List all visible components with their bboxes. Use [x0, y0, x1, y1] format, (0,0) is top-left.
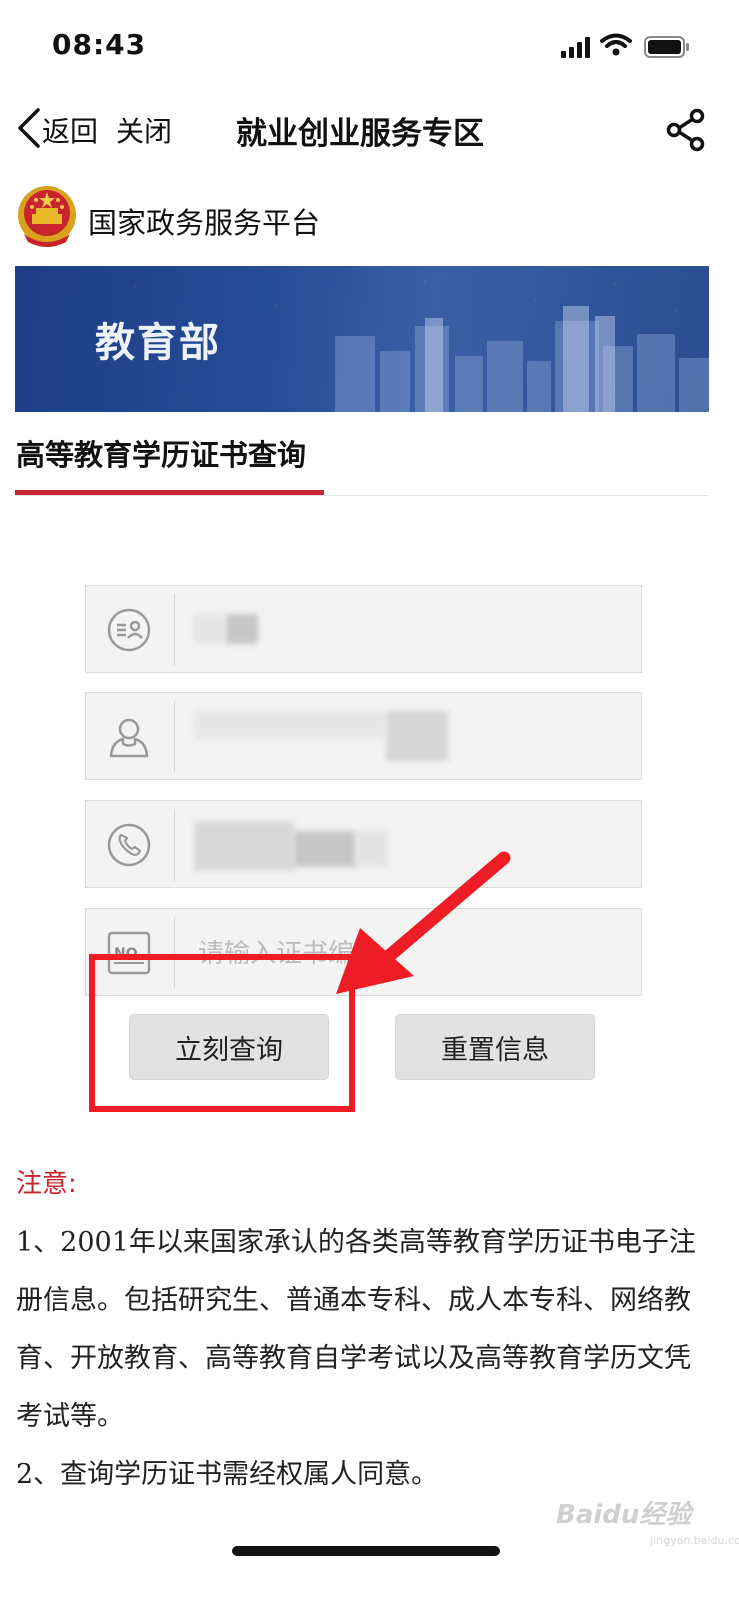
id-card-icon [107, 608, 151, 652]
banner-title: 教育部 [95, 320, 221, 366]
tab-divider [15, 495, 709, 496]
field-separator [174, 594, 175, 666]
national-emblem-logo [18, 186, 76, 247]
wifi-icon [600, 33, 632, 56]
chevron-left-icon[interactable] [14, 106, 44, 150]
notice-item: 1、2001年以来国家承认的各类高等教育学历证书电子注册信息。包括研究生、普通本… [16, 1227, 696, 1432]
baidu-jingyan-watermark: Baidu经验 [556, 1500, 692, 1530]
annotation-highlight-box [89, 954, 355, 1112]
field-separator [174, 701, 175, 773]
redacted-value [194, 821, 294, 871]
notice-list: 1、2001年以来国家承认的各类高等教育学历证书电子注册信息。包括研究生、普通本… [16, 1214, 716, 1504]
page-title: 就业创业服务专区 [236, 116, 484, 152]
back-button[interactable]: 返回 [42, 110, 98, 150]
status-time: 08:43 [52, 28, 147, 61]
redacted-value [226, 614, 258, 644]
name-field[interactable] [85, 692, 642, 780]
reset-button[interactable]: 重置信息 [395, 1014, 595, 1080]
redacted-value [194, 614, 224, 644]
annotation-arrow-icon [336, 851, 511, 994]
id-number-field[interactable] [85, 585, 642, 673]
ministry-banner: 教育部 [15, 266, 709, 412]
share-icon[interactable] [664, 108, 708, 152]
platform-name: 国家政务服务平台 [88, 206, 321, 240]
redacted-value [386, 711, 448, 761]
phone-icon [107, 823, 151, 867]
field-separator [174, 809, 175, 881]
tab-certificate-query[interactable]: 高等教育学历证书查询 [16, 432, 306, 474]
home-indicator [232, 1546, 500, 1556]
user-icon [109, 718, 149, 758]
watermark-url: jingyan.baidu.com [650, 1534, 739, 1547]
cellular-signal-icon [561, 37, 590, 58]
redacted-value [194, 711, 384, 739]
close-button[interactable]: 关闭 [116, 110, 172, 150]
battery-icon [644, 36, 689, 58]
notice-heading: 注意: [16, 1169, 77, 1199]
